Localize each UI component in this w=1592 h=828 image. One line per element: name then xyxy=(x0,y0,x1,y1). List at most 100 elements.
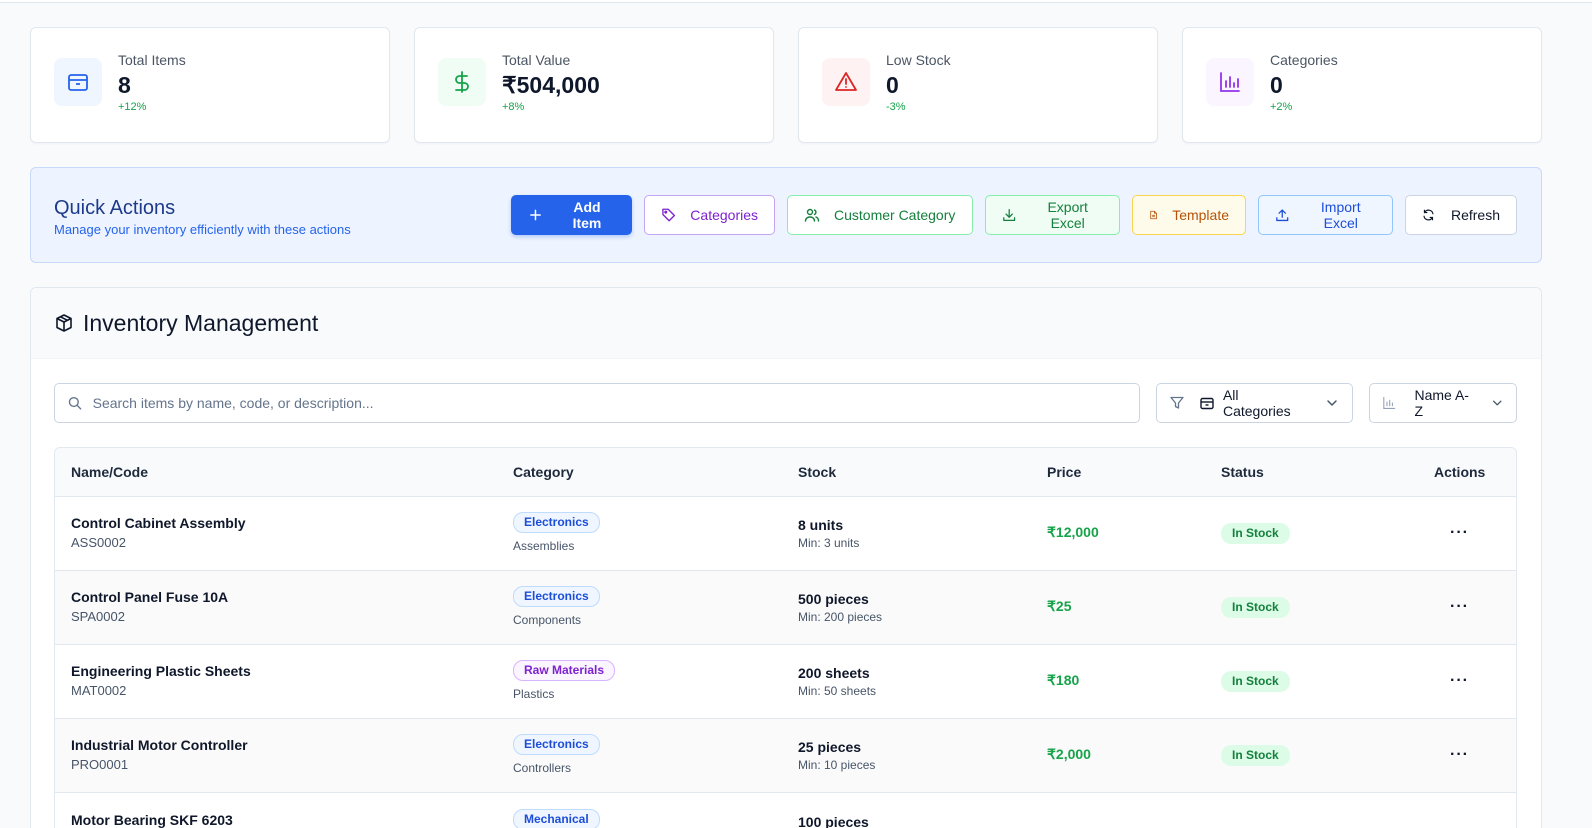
item-price: ₹25 xyxy=(1047,598,1072,614)
export-excel-label: Export Excel xyxy=(1047,199,1088,231)
chevron-down-icon xyxy=(1492,400,1502,406)
more-actions-icon[interactable]: ··· xyxy=(1434,524,1469,541)
stock-minimum: Min: 200 pieces xyxy=(798,609,883,624)
table-header-row: Name/Code Category Stock Price Status Ac… xyxy=(55,448,1516,497)
quick-actions-buttons: Add Item Categories Customer Category Ex… xyxy=(511,195,1517,235)
alert-triangle-icon xyxy=(822,58,870,106)
table-row[interactable]: Control Panel Fuse 10A SPA0002 Electronic… xyxy=(55,570,1516,645)
inventory-table: Name/Code Category Stock Price Status Ac… xyxy=(54,447,1517,828)
bar-chart-icon xyxy=(1383,397,1396,409)
stat-label: Total Items xyxy=(118,51,186,68)
more-actions-icon[interactable]: ··· xyxy=(1434,746,1469,763)
inventory-title: Inventory Management xyxy=(83,309,319,336)
category-filter-select[interactable]: All Categories xyxy=(1156,383,1353,423)
item-name: Engineering Plastic Sheets xyxy=(71,663,251,679)
category-badge: Electronics xyxy=(513,512,600,533)
item-code: SPA0002 xyxy=(71,609,125,624)
stat-change: -3% xyxy=(886,100,906,113)
search-box xyxy=(54,383,1140,423)
stock-quantity: 100 pieces xyxy=(798,813,869,828)
more-actions-icon[interactable]: ··· xyxy=(1434,672,1469,689)
stock-quantity: 25 pieces xyxy=(798,738,862,755)
column-header-price[interactable]: Price xyxy=(1031,448,1205,497)
refresh-label: Refresh xyxy=(1450,207,1500,223)
refresh-icon xyxy=(1423,209,1434,221)
box-icon xyxy=(56,314,72,332)
item-name: Industrial Motor Controller xyxy=(71,737,248,753)
table-row[interactable]: Control Cabinet Assembly ASS0002 Electron… xyxy=(55,496,1516,571)
quick-actions-panel: Quick Actions Manage your inventory effi… xyxy=(30,167,1542,263)
status-badge: In Stock xyxy=(1221,596,1290,618)
stat-change: +12% xyxy=(118,100,147,113)
item-price: ₹2,000 xyxy=(1047,746,1091,762)
categories-button[interactable]: Categories xyxy=(644,195,775,235)
subcategory: Components xyxy=(513,613,582,627)
stat-value: 0 xyxy=(886,71,899,98)
status-badge: In Stock xyxy=(1221,744,1290,766)
column-header-actions: Actions xyxy=(1418,448,1516,497)
stat-card-categories: Categories 0 +2% xyxy=(1182,27,1542,143)
file-text-icon xyxy=(1150,210,1157,220)
export-excel-button[interactable]: Export Excel xyxy=(985,195,1120,235)
categories-label: Categories xyxy=(690,207,758,223)
table-row[interactable]: Industrial Motor Controller PRO0001 Elect… xyxy=(55,718,1516,793)
search-input[interactable] xyxy=(92,395,1127,411)
bar-chart-icon xyxy=(1206,58,1254,106)
quick-actions-title: Quick Actions xyxy=(54,197,176,219)
download-icon xyxy=(1003,208,1016,222)
item-name: Control Cabinet Assembly xyxy=(71,515,246,531)
users-icon xyxy=(804,208,820,222)
tag-icon xyxy=(662,208,676,222)
stat-label: Total Value xyxy=(502,51,571,68)
stat-label: Low Stock xyxy=(886,51,951,68)
stats-row: Total Items 8 +12% Total Value ₹504,000 … xyxy=(30,27,1542,143)
stock-minimum: Min: 10 pieces xyxy=(798,757,876,772)
stat-value: 0 xyxy=(1270,71,1283,98)
column-header-name[interactable]: Name/Code xyxy=(55,448,497,497)
column-header-status[interactable]: Status xyxy=(1205,448,1418,497)
stock-minimum: Min: 3 units xyxy=(798,535,860,550)
inventory-toolbar: All Categories Name A-Z xyxy=(54,383,1517,423)
category-badge: Electronics xyxy=(513,734,600,755)
item-code: PRO0001 xyxy=(71,757,129,772)
stat-label: Categories xyxy=(1270,51,1338,68)
stock-quantity: 8 units xyxy=(798,516,844,533)
quick-actions-subtitle: Manage your inventory efficiently with t… xyxy=(54,222,351,237)
stock-quantity: 200 sheets xyxy=(798,664,870,681)
category-badge: Raw Materials xyxy=(513,660,616,681)
customer-category-button[interactable]: Customer Category xyxy=(787,195,973,235)
add-item-label: Add Item xyxy=(572,199,602,231)
item-code: ASS0002 xyxy=(71,535,126,550)
plus-icon xyxy=(530,209,541,221)
status-badge: In Stock xyxy=(1221,670,1290,692)
sort-select[interactable]: Name A-Z xyxy=(1369,383,1517,423)
import-excel-button[interactable]: Import Excel xyxy=(1258,195,1393,235)
top-border xyxy=(0,0,1592,3)
more-actions-icon[interactable]: ··· xyxy=(1434,598,1469,615)
subcategory: Plastics xyxy=(513,687,555,701)
column-header-category[interactable]: Category xyxy=(497,448,782,497)
column-header-stock[interactable]: Stock xyxy=(782,448,1031,497)
subcategory: Assemblies xyxy=(513,539,575,553)
chevron-down-icon xyxy=(1327,400,1337,406)
package-icon xyxy=(1200,397,1214,410)
table-row[interactable]: Motor Bearing SKF 6203 Mechanical 100 pi… xyxy=(55,792,1516,828)
upload-icon xyxy=(1276,209,1289,222)
stat-card-low-stock: Low Stock 0 -3% xyxy=(798,27,1158,143)
refresh-button[interactable]: Refresh xyxy=(1405,195,1517,235)
item-price: ₹12,000 xyxy=(1047,524,1099,540)
sort-value: Name A-Z xyxy=(1414,387,1469,419)
add-item-button[interactable]: Add Item xyxy=(511,195,632,235)
item-name: Control Panel Fuse 10A xyxy=(71,589,229,605)
table-row[interactable]: Engineering Plastic Sheets MAT0002 Raw Ma… xyxy=(55,644,1516,719)
stat-value: 8 xyxy=(118,71,131,98)
stat-card-total-items: Total Items 8 +12% xyxy=(30,27,390,143)
status-badge: In Stock xyxy=(1221,522,1290,544)
import-excel-label: Import Excel xyxy=(1320,199,1361,231)
filter-icon xyxy=(1170,396,1184,409)
category-badge: Mechanical xyxy=(513,808,600,828)
search-icon xyxy=(68,396,82,410)
template-button[interactable]: Template xyxy=(1132,195,1246,235)
stock-minimum: Min: 50 sheets xyxy=(798,683,877,698)
item-code: MAT0002 xyxy=(71,683,127,698)
